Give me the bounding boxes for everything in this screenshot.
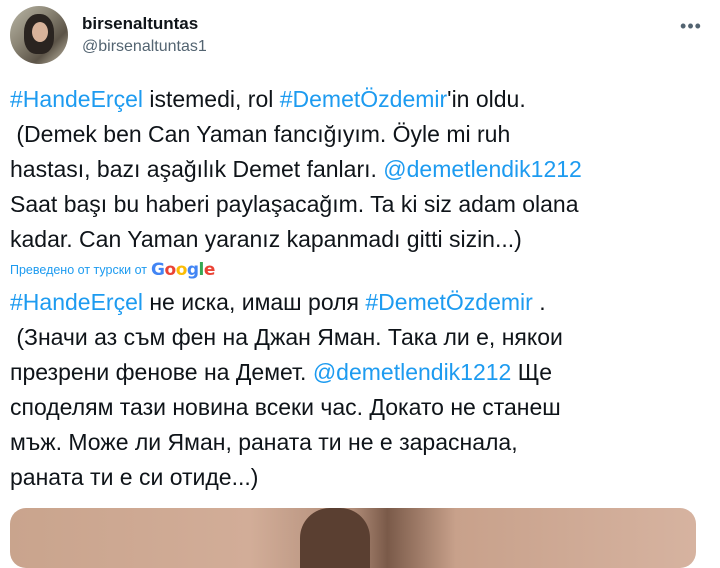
- avatar[interactable]: [10, 6, 68, 64]
- text-segment: Saat başı bu haberi paylaşacağım. Ta ki …: [10, 191, 579, 217]
- text-segment: (Значи аз съм фен на Джан Яман. Така ли …: [10, 324, 563, 350]
- more-horizontal-icon[interactable]: •••: [676, 14, 706, 38]
- text-segment: hastası, bazı aşağılık Demet fanları.: [10, 156, 384, 182]
- text-line: #HandeErçel istemedi, rol #DemetÖzdemir'…: [10, 86, 526, 112]
- tweet-text: #HandeErçel istemedi, rol #DemetÖzdemir'…: [10, 82, 710, 257]
- text-line: hastası, bazı aşağılık Demet fanları. @d…: [10, 156, 582, 182]
- text-line: (Значи аз съм фен на Джан Яман. Така ли …: [10, 324, 563, 350]
- translated-tweet-text: #HandeErçel не иска, имаш роля #DemetÖzd…: [10, 285, 710, 495]
- text-segment: Ще: [511, 359, 553, 385]
- text-segment: istemedi, rol: [142, 86, 280, 112]
- text-line: (Demek ben Can Yaman fancığıyım. Öyle mi…: [10, 121, 510, 147]
- google-logo: Google: [151, 260, 215, 280]
- translation-bar[interactable]: Преведено от турски от Google: [10, 260, 215, 280]
- author-display-name[interactable]: birsenaltuntas: [82, 14, 198, 34]
- text-segment: не иска, имаш роля: [142, 289, 366, 315]
- tweet-media-image[interactable]: [10, 508, 696, 568]
- text-segment: .: [532, 289, 546, 315]
- text-line: презрени фенове на Демет. @demetlendik12…: [10, 359, 552, 385]
- text-line: #HandeErçel не иска, имаш роля #DemetÖzd…: [10, 289, 546, 315]
- text-line: kadar. Can Yaman yaranız kapanmadı gitti…: [10, 226, 522, 252]
- hashtag-link[interactable]: #HandeErçel: [10, 86, 143, 112]
- mention-link[interactable]: @demetlendik1212: [313, 359, 512, 385]
- author-handle[interactable]: @birsenaltuntas1: [82, 38, 207, 56]
- mention-link[interactable]: @demetlendik1212: [383, 156, 582, 182]
- text-segment: презрени фенове на Демет.: [10, 359, 313, 385]
- text-segment: споделям тази новина всеки час. Докато н…: [10, 394, 561, 420]
- hashtag-link[interactable]: #HandeErçel: [10, 289, 143, 315]
- text-segment: раната ти е си отиде...): [10, 464, 259, 490]
- text-segment: kadar. Can Yaman yaranız kapanmadı gitti…: [10, 226, 522, 252]
- tweet-header: birsenaltuntas @birsenaltuntas1 •••: [10, 6, 710, 66]
- text-line: Saat başı bu haberi paylaşacağım. Ta ki …: [10, 191, 579, 217]
- text-line: мъж. Може ли Яман, раната ти не е зарасн…: [10, 429, 518, 455]
- text-line: раната ти е си отиде...): [10, 464, 258, 490]
- text-segment: (Demek ben Can Yaman fancığıyım. Öyle mi…: [10, 121, 511, 147]
- text-segment: 'in oldu.: [447, 86, 526, 112]
- text-segment: мъж. Може ли Яман, раната ти не е зарасн…: [10, 429, 518, 455]
- text-line: споделям тази новина всеки час. Докато н…: [10, 394, 561, 420]
- translation-label: Преведено от турски от: [10, 263, 148, 277]
- hashtag-link[interactable]: #DemetÖzdemir: [280, 86, 447, 112]
- hashtag-link[interactable]: #DemetÖzdemir: [365, 289, 532, 315]
